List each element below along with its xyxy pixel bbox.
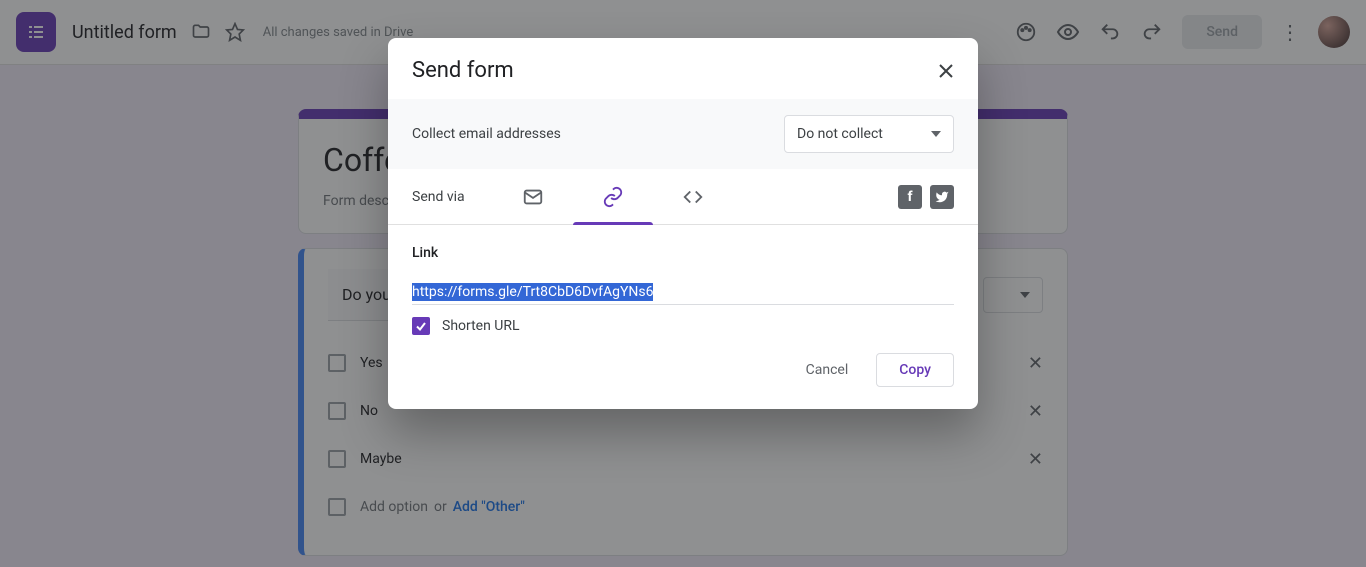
link-url-field[interactable]: https://forms.gle/Trt8CbD6DvfAgYNs6 xyxy=(412,281,954,300)
tab-embed[interactable] xyxy=(653,169,733,225)
collect-email-label: Collect email addresses xyxy=(412,126,561,142)
send-form-dialog: Send form Collect email addresses Do not… xyxy=(388,38,978,409)
tab-link[interactable] xyxy=(573,169,653,225)
collect-email-select[interactable]: Do not collect xyxy=(784,115,954,153)
tab-email[interactable] xyxy=(493,169,573,225)
link-heading: Link xyxy=(412,245,954,261)
collect-email-row: Collect email addresses Do not collect xyxy=(388,99,978,169)
copy-button[interactable]: Copy xyxy=(876,353,954,387)
link-url-value: https://forms.gle/Trt8CbD6DvfAgYNs6 xyxy=(412,283,653,301)
shorten-url-checkbox[interactable] xyxy=(412,317,430,335)
shorten-url-label: Shorten URL xyxy=(442,318,520,334)
close-icon[interactable] xyxy=(938,63,954,79)
cancel-button[interactable]: Cancel xyxy=(796,354,859,386)
collect-email-value: Do not collect xyxy=(797,126,883,142)
share-facebook-icon[interactable]: f xyxy=(898,185,922,209)
share-twitter-icon[interactable] xyxy=(930,185,954,209)
dialog-title: Send form xyxy=(412,58,514,83)
send-via-label: Send via xyxy=(412,189,465,205)
send-via-tabs: Send via f xyxy=(388,169,978,225)
